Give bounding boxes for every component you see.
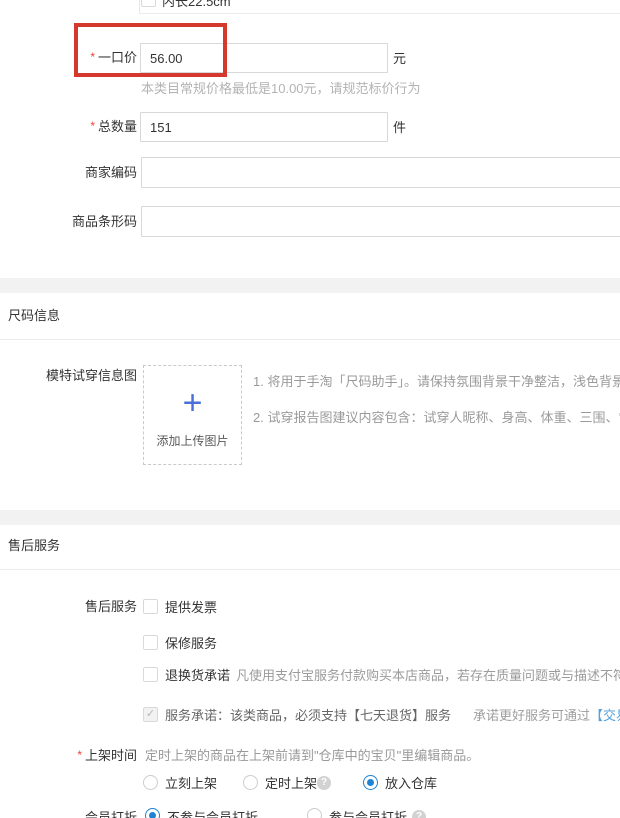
radio-list-scheduled-label[interactable]: 定时上架 [265, 776, 317, 791]
section-divider [0, 569, 620, 570]
price-unit: 元 [393, 51, 406, 66]
plus-icon: + [183, 388, 203, 418]
member-discount-label: 会员打折 [0, 810, 137, 818]
product-edit-form: 内长22.5cm *一口价 元 本类目常规价格最低是10.00元，请规范标价行为… [0, 0, 620, 818]
merchant-code-label: 商家编码 [0, 165, 137, 180]
service-promise-extra: 承诺更好服务可通过 [473, 705, 590, 724]
price-hint: 本类目常规价格最低是10.00元，请规范标价行为 [141, 81, 421, 96]
quantity-label: *总数量 [0, 119, 137, 134]
model-fit-hint-1: 1. 将用于手淘「尺码助手」。请保持氛围背景干净整洁，浅色背景，不 [253, 374, 620, 389]
listing-time-note: 定时上架的商品在上架前请到"仓库中的宝贝"里编辑商品。 [145, 748, 479, 763]
inner-length-checkbox[interactable] [141, 0, 156, 7]
radio-member-discount[interactable] [307, 808, 322, 818]
return-promise-option-row: 退换货承诺 凡使用支付宝服务付款购买本店商品，若存在质量问题或与描述不符，本 [143, 665, 620, 684]
price-input[interactable] [140, 43, 388, 73]
merchant-code-input[interactable] [141, 157, 620, 188]
radio-list-now[interactable] [143, 775, 158, 790]
quantity-input[interactable] [140, 112, 388, 142]
section-divider [0, 339, 620, 340]
scheduled-help-icon[interactable]: ? [317, 776, 331, 790]
trade-contract-link[interactable]: 【交易合约】 [590, 705, 620, 724]
section-separator [0, 510, 620, 525]
upload-image-button[interactable]: + 添加上传图片 [143, 365, 242, 465]
panel-left-border [139, 0, 140, 14]
radio-list-scheduled[interactable] [243, 775, 258, 790]
listing-time-label: *上架时间 [0, 748, 137, 763]
member-discount-help-icon[interactable]: ? [412, 810, 426, 818]
required-asterisk: * [90, 50, 95, 64]
size-info-section-title: 尺码信息 [8, 308, 60, 324]
radio-put-in-warehouse-label[interactable]: 放入仓库 [385, 776, 437, 791]
return-promise-checkbox[interactable] [143, 667, 158, 682]
return-promise-label[interactable]: 退换货承诺 [165, 665, 230, 684]
radio-no-member-discount[interactable] [145, 808, 160, 818]
after-sale-section-title: 售后服务 [8, 538, 60, 554]
panel-bottom-border [139, 13, 620, 14]
barcode-label: 商品条形码 [0, 214, 137, 229]
radio-member-discount-label[interactable]: 参与会员打折 [329, 810, 407, 818]
required-asterisk: * [90, 119, 95, 133]
required-asterisk: * [77, 748, 82, 762]
barcode-input[interactable] [141, 206, 620, 237]
quantity-unit: 件 [393, 120, 406, 135]
section-separator [0, 278, 620, 293]
service-promise-checkbox: ✓ [143, 707, 158, 722]
after-sale-service-label: 售后服务 [0, 599, 137, 614]
radio-no-member-discount-label[interactable]: 不参与会员打折 [167, 810, 258, 818]
inner-length-label[interactable]: 内长22.5cm [162, 0, 231, 9]
invoice-label[interactable]: 提供发票 [165, 597, 217, 616]
price-label: *一口价 [0, 50, 137, 65]
model-fit-label: 模特试穿信息图 [0, 368, 137, 383]
warranty-label[interactable]: 保修服务 [165, 633, 217, 652]
service-promise-text: 服务承诺：该类商品，必须支持【七天退货】服务 [165, 705, 451, 724]
return-promise-desc: 凡使用支付宝服务付款购买本店商品，若存在质量问题或与描述不符，本 [236, 665, 620, 684]
upload-image-label: 添加上传图片 [156, 432, 228, 449]
service-promise-row: ✓ 服务承诺：该类商品，必须支持【七天退货】服务 承诺更好服务可通过 【交易合约… [143, 705, 620, 724]
invoice-option-row: 提供发票 [143, 597, 217, 616]
model-fit-hint-2: 2. 试穿报告图建议内容包含：试穿人昵称、身高、体重、三围、常穿鞋 [253, 410, 620, 425]
radio-put-in-warehouse[interactable] [363, 775, 378, 790]
warranty-checkbox[interactable] [143, 635, 158, 650]
invoice-checkbox[interactable] [143, 599, 158, 614]
radio-list-now-label[interactable]: 立刻上架 [165, 776, 217, 791]
warranty-option-row: 保修服务 [143, 633, 217, 652]
